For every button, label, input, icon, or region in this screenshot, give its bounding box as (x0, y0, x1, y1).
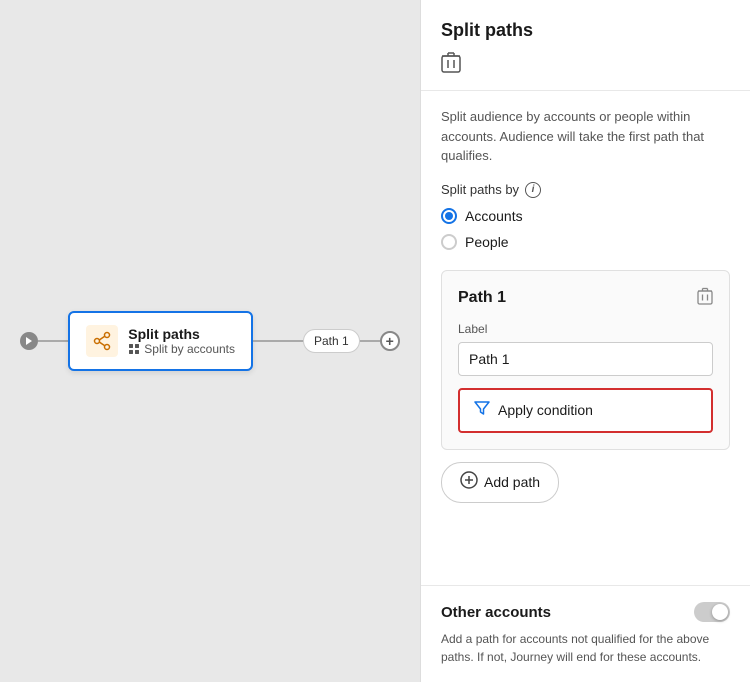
radio-accounts-circle (441, 208, 457, 224)
toggle-knob (712, 604, 728, 620)
split-paths-node[interactable]: Split paths Split by accounts (68, 311, 253, 371)
path-card-header: Path 1 (458, 287, 713, 310)
delete-button[interactable] (441, 51, 730, 78)
node-title: Split paths (128, 326, 235, 342)
other-accounts-header: Other accounts (441, 602, 730, 622)
add-path-label: Add path (484, 474, 540, 490)
apply-condition-button[interactable]: Apply condition (458, 388, 713, 433)
panel-body: Split audience by accounts or people wit… (421, 91, 750, 581)
path-card: Path 1 Label (441, 270, 730, 450)
path-card-delete[interactable] (697, 287, 713, 310)
panel-title: Split paths (441, 20, 730, 41)
radio-group: Accounts People (441, 208, 730, 250)
path-label-node: Path 1 (303, 329, 360, 353)
node-subtitle: Split by accounts (128, 342, 235, 356)
info-icon[interactable]: i (525, 182, 541, 198)
panel-description: Split audience by accounts or people wit… (441, 107, 730, 166)
filter-icon (474, 400, 490, 421)
entry-arrow (20, 332, 38, 350)
radio-people-circle (441, 234, 457, 250)
radio-people[interactable]: People (441, 234, 730, 250)
path-label-input[interactable] (458, 342, 713, 376)
other-accounts-toggle[interactable] (694, 602, 730, 622)
add-node-circle[interactable]: + (380, 331, 400, 351)
path-card-title: Path 1 (458, 289, 506, 307)
connector-right (253, 340, 303, 342)
connector-left (38, 340, 68, 342)
other-accounts-title: Other accounts (441, 604, 551, 621)
radio-accounts[interactable]: Accounts (441, 208, 730, 224)
node-icon (86, 325, 118, 357)
divider (421, 585, 750, 586)
canvas-area: Split paths Split by accounts Path 1 + (0, 0, 420, 682)
add-path-button[interactable]: Add path (441, 462, 559, 503)
connector-end (360, 340, 380, 342)
radio-people-label: People (465, 234, 509, 250)
radio-accounts-label: Accounts (465, 208, 523, 224)
other-accounts-description: Add a path for accounts not qualified fo… (441, 630, 730, 666)
radio-accounts-inner (445, 212, 453, 220)
other-accounts-section: Other accounts Add a path for accounts n… (421, 602, 750, 682)
split-by-label: Split paths by i (441, 182, 730, 198)
right-panel: Split paths Split audience by accounts o… (420, 0, 750, 682)
panel-header: Split paths (421, 0, 750, 91)
apply-condition-label: Apply condition (498, 402, 593, 418)
node-text: Split paths Split by accounts (128, 326, 235, 356)
flow-container: Split paths Split by accounts Path 1 + (20, 311, 399, 371)
add-path-icon (460, 471, 478, 494)
field-label: Label (458, 322, 713, 336)
